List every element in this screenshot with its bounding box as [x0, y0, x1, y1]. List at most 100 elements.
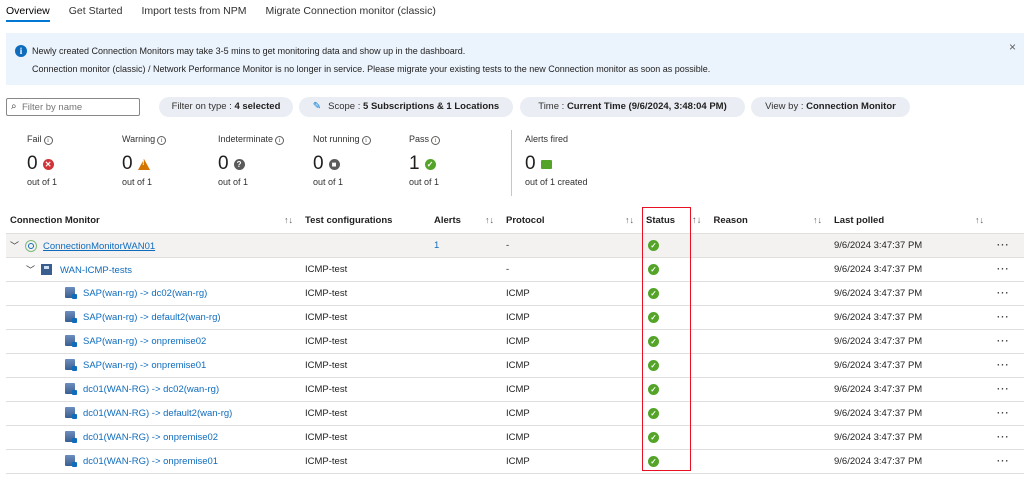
more-icon[interactable]: ···	[997, 312, 1010, 323]
alerts-cell[interactable]: 1	[430, 233, 502, 258]
actions-cell[interactable]: ···	[965, 233, 1024, 258]
col-last-polled[interactable]: Last polled	[830, 209, 965, 234]
more-icon[interactable]: ···	[997, 336, 1010, 347]
monitor-cell[interactable]: SAP(wan-rg) -> onpremise02	[6, 329, 301, 354]
monitor-name-link[interactable]: ConnectionMonitorWAN01	[43, 241, 155, 252]
view-by-pill[interactable]: View by : Connection Monitor	[751, 97, 910, 117]
actions-cell[interactable]: ···	[965, 329, 1024, 354]
more-icon[interactable]: ···	[997, 456, 1010, 467]
actions-cell[interactable]: ···	[965, 305, 1024, 330]
test-name[interactable]: SAP(wan-rg) -> onpremise02	[83, 336, 206, 347]
info-icon[interactable]: i	[361, 136, 371, 145]
table-row[interactable]: ﹀ ConnectionMonitorWAN01 1 - ✓ 9/6/2024 3…	[6, 233, 1024, 258]
col-connection-monitor[interactable]: Connection Monitor ↑↓	[6, 209, 301, 234]
protocol-cell: ICMP	[502, 305, 642, 330]
test-group-name[interactable]: WAN-ICMP-tests	[60, 265, 132, 276]
col-reason[interactable]: ↑↓ Reason ↑↓	[688, 209, 830, 234]
actions-cell[interactable]: ···	[965, 281, 1024, 306]
filter-type-pill[interactable]: Filter on type : 4 selected	[159, 97, 293, 117]
actions-cell[interactable]: ···	[965, 257, 1024, 282]
sort-icon[interactable]: ↑↓	[692, 215, 702, 226]
filter-type-value: 4 selected	[234, 101, 281, 112]
monitor-cell[interactable]: SAP(wan-rg) -> dc02(wan-rg)	[6, 281, 301, 306]
last-polled-cell: 9/6/2024 3:47:37 PM	[830, 353, 965, 378]
actions-cell[interactable]: ···	[965, 353, 1024, 378]
col-protocol[interactable]: Protocol ↑↓	[502, 209, 642, 234]
close-icon[interactable]: ×	[1009, 40, 1016, 54]
table-row[interactable]: dc01(WAN-RG) -> dc02(wan-rg) ICMP-test I…	[6, 377, 1024, 402]
table-row[interactable]: SAP(wan-rg) -> onpremise01 ICMP-test ICM…	[6, 353, 1024, 378]
table-row[interactable]: SAP(wan-rg) -> default2(wan-rg) ICMP-tes…	[6, 305, 1024, 330]
more-icon[interactable]: ···	[997, 360, 1010, 371]
sort-icon[interactable]: ↑↓	[813, 215, 822, 225]
chevron-down-icon[interactable]: ﹀	[26, 263, 35, 276]
table-row[interactable]: ﹀ WAN-ICMP-tests ICMP-test - ✓ 9/6/2024 3…	[6, 257, 1024, 282]
status-cell: ✓	[642, 257, 688, 282]
monitor-cell[interactable]: ﹀ ConnectionMonitorWAN01	[6, 233, 301, 258]
sort-icon[interactable]: ↑↓	[975, 215, 984, 225]
more-icon[interactable]: ···	[997, 264, 1010, 275]
search-input[interactable]	[22, 100, 136, 114]
tab-import-tests[interactable]: Import tests from NPM	[141, 0, 246, 24]
actions-cell[interactable]: ···	[965, 377, 1024, 402]
view-by-value: Connection Monitor	[806, 101, 896, 112]
config-cell: ICMP-test	[301, 449, 430, 474]
col-alerts[interactable]: Alerts ↑↓	[430, 209, 502, 234]
info-icon[interactable]: i	[43, 136, 53, 145]
last-polled-cell: 9/6/2024 3:47:37 PM	[830, 329, 965, 354]
test-name[interactable]: dc01(WAN-RG) -> onpremise01	[83, 456, 218, 467]
col-last-polled-label: Last polled	[834, 215, 885, 227]
scope-pill[interactable]: ✎ Scope : 5 Subscriptions & 1 Locations	[299, 97, 513, 117]
monitor-cell[interactable]: dc01(WAN-RG) -> default2(wan-rg)	[6, 401, 301, 426]
sort-icon[interactable]: ↑↓	[485, 215, 494, 225]
warning-icon	[137, 158, 150, 170]
actions-cell[interactable]: ···	[965, 425, 1024, 450]
stat-pass[interactable]: Pass i 1 ✓ out of 1	[409, 134, 441, 187]
test-name[interactable]: dc01(WAN-RG) -> onpremise02	[83, 432, 218, 443]
tab-get-started[interactable]: Get Started	[69, 0, 123, 24]
table-row[interactable]: dc01(WAN-RG) -> onpremise01 ICMP-test IC…	[6, 449, 1024, 474]
info-icon[interactable]: i	[157, 136, 167, 145]
monitor-cell[interactable]: dc01(WAN-RG) -> dc02(wan-rg)	[6, 377, 301, 402]
test-name[interactable]: dc01(WAN-RG) -> default2(wan-rg)	[83, 408, 232, 419]
stat-pass-label: Pass i	[409, 134, 441, 146]
more-icon[interactable]: ···	[997, 432, 1010, 443]
table-row[interactable]: dc01(WAN-RG) -> onpremise02 ICMP-test IC…	[6, 425, 1024, 450]
test-name[interactable]: SAP(wan-rg) -> onpremise01	[83, 360, 206, 371]
monitor-cell[interactable]: dc01(WAN-RG) -> onpremise01	[6, 449, 301, 474]
info-icon[interactable]: i	[431, 136, 441, 145]
actions-cell[interactable]: ···	[965, 401, 1024, 426]
monitor-cell[interactable]: dc01(WAN-RG) -> onpremise02	[6, 425, 301, 450]
chevron-down-icon[interactable]: ﹀	[10, 239, 19, 252]
more-icon[interactable]: ···	[997, 288, 1010, 299]
test-name[interactable]: SAP(wan-rg) -> default2(wan-rg)	[83, 312, 221, 323]
stat-alerts[interactable]: Alerts fired 0 out of 1 created	[525, 134, 588, 187]
filter-by-name-field[interactable]: ⌕	[6, 98, 140, 116]
table-row[interactable]: SAP(wan-rg) -> dc02(wan-rg) ICMP-test IC…	[6, 281, 1024, 306]
stat-warning[interactable]: Warningi 0 out of 1	[122, 134, 167, 187]
monitor-cell[interactable]: ﹀ WAN-ICMP-tests	[6, 257, 301, 282]
test-name[interactable]: SAP(wan-rg) -> dc02(wan-rg)	[83, 288, 207, 299]
tab-migrate[interactable]: Migrate Connection monitor (classic)	[265, 0, 435, 24]
more-icon[interactable]: ···	[997, 240, 1010, 251]
more-icon[interactable]: ···	[997, 408, 1010, 419]
tab-overview[interactable]: Overview	[6, 0, 50, 24]
more-icon[interactable]: ···	[997, 384, 1010, 395]
sort-icon[interactable]: ↑↓	[625, 215, 634, 225]
test-name[interactable]: dc01(WAN-RG) -> dc02(wan-rg)	[83, 384, 219, 395]
info-icon[interactable]: i	[275, 136, 285, 145]
monitor-cell[interactable]: SAP(wan-rg) -> default2(wan-rg)	[6, 305, 301, 330]
sort-icon[interactable]: ↑↓	[284, 215, 293, 225]
alerts-cell	[430, 305, 502, 330]
col-status[interactable]: Status	[642, 209, 688, 234]
table-row[interactable]: SAP(wan-rg) -> onpremise02 ICMP-test ICM…	[6, 329, 1024, 354]
stat-fail[interactable]: Fail i 0 ✕ out of 1	[27, 134, 57, 187]
stat-not-running[interactable]: Not running i 0 ■ out of 1	[313, 134, 371, 187]
protocol-cell: ICMP	[502, 449, 642, 474]
table-row[interactable]: dc01(WAN-RG) -> default2(wan-rg) ICMP-te…	[6, 401, 1024, 426]
actions-cell[interactable]: ···	[965, 449, 1024, 474]
col-test-configurations[interactable]: Test configurations	[301, 209, 430, 234]
stat-indeterminate[interactable]: Indeterminate i 0? out of 1	[218, 134, 285, 187]
time-pill[interactable]: Time : Current Time (9/6/2024, 3:48:04 P…	[520, 97, 745, 117]
monitor-cell[interactable]: SAP(wan-rg) -> onpremise01	[6, 353, 301, 378]
